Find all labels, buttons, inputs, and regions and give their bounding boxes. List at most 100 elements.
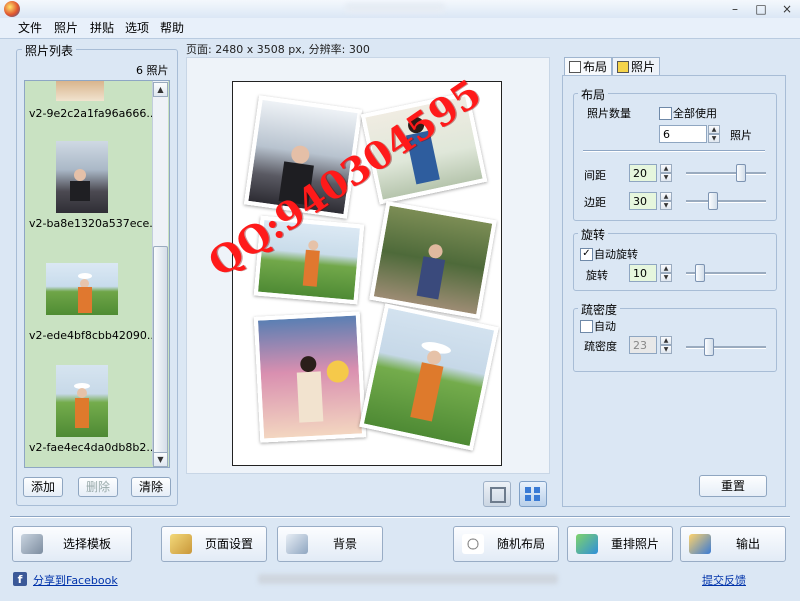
menu-help[interactable]: 帮助 bbox=[158, 19, 186, 37]
spacing-slider[interactable] bbox=[686, 172, 766, 175]
menu-collage[interactable]: 拼贴 bbox=[88, 19, 116, 37]
collage-page[interactable] bbox=[232, 81, 502, 466]
collage-photo-4[interactable] bbox=[369, 201, 497, 319]
background-button[interactable]: 背景 bbox=[277, 526, 383, 562]
spacing-input[interactable]: 20 bbox=[629, 164, 657, 182]
app-logo-icon bbox=[4, 1, 20, 17]
margin-label: 边距 bbox=[584, 196, 606, 209]
spacing-slider-thumb[interactable] bbox=[736, 164, 746, 182]
clear-list-button[interactable]: 清除 bbox=[131, 477, 171, 497]
photo-count-label: 照片数量 bbox=[587, 107, 631, 120]
margin-input[interactable]: 30 bbox=[629, 192, 657, 210]
facebook-icon: f bbox=[13, 572, 27, 586]
tab-photos-label: 照片 bbox=[631, 60, 656, 74]
photo-unit-label: 照片 bbox=[730, 129, 752, 142]
thumbnail-3[interactable] bbox=[46, 263, 118, 315]
random-layout-label: 随机布局 bbox=[496, 537, 545, 551]
add-photo-button[interactable]: 添加 bbox=[23, 477, 63, 497]
rotation-down[interactable]: ▼ bbox=[660, 273, 672, 282]
spacing-label: 间距 bbox=[584, 169, 606, 182]
thumbnail-1[interactable] bbox=[56, 81, 104, 101]
output-label: 输出 bbox=[735, 537, 760, 551]
footer-blurred-text bbox=[258, 574, 558, 584]
photo-list-title: 照片列表 bbox=[22, 42, 77, 59]
margin-slider-thumb[interactable] bbox=[708, 192, 718, 210]
density-up[interactable]: ▲ bbox=[660, 336, 672, 345]
rotation-group-title: 旋转 bbox=[578, 226, 609, 243]
thumbnail-2[interactable] bbox=[56, 141, 108, 213]
background-icon bbox=[286, 534, 308, 554]
shuffle-photos-label: 重排照片 bbox=[610, 537, 659, 551]
use-all-label: 全部使用 bbox=[673, 107, 717, 120]
collage-photo-6[interactable] bbox=[359, 303, 499, 451]
layout-separator bbox=[583, 150, 765, 152]
minimize-button[interactable]: – bbox=[722, 0, 748, 18]
spacing-up[interactable]: ▲ bbox=[660, 164, 672, 173]
tab-layout-label: 布局 bbox=[583, 60, 608, 74]
page-setup-button[interactable]: 页面设置 bbox=[161, 526, 267, 562]
photo-count-badge: 6 照片 bbox=[136, 64, 169, 77]
scroll-down-button[interactable]: ▼ bbox=[153, 452, 168, 467]
choose-template-label: 选择模板 bbox=[62, 537, 111, 551]
thumbnail-4[interactable] bbox=[56, 365, 108, 437]
density-input[interactable]: 23 bbox=[629, 336, 657, 354]
density-label: 疏密度 bbox=[584, 340, 617, 353]
template-icon bbox=[21, 534, 43, 554]
list-item[interactable]: v2-ba8e1320a537ece... bbox=[29, 217, 160, 230]
list-item[interactable]: v2-9e2c2a1fa96a666... bbox=[29, 107, 157, 120]
margin-down[interactable]: ▼ bbox=[660, 201, 672, 210]
margin-slider[interactable] bbox=[686, 200, 766, 203]
collage-photo-3[interactable] bbox=[253, 215, 365, 305]
page-setup-icon bbox=[170, 534, 192, 554]
use-all-checkbox[interactable] bbox=[659, 107, 672, 120]
photo-count-down[interactable]: ▼ bbox=[708, 134, 720, 143]
menu-photos[interactable]: 照片 bbox=[52, 19, 80, 37]
feedback-link[interactable]: 提交反馈 bbox=[702, 572, 746, 588]
list-item[interactable]: v2-fae4ec4da0db8b2... bbox=[29, 441, 157, 454]
collage-photo-5[interactable] bbox=[253, 311, 367, 443]
output-button[interactable]: 输出 bbox=[680, 526, 786, 562]
tab-photos[interactable]: 照片 bbox=[612, 57, 660, 76]
density-slider[interactable] bbox=[686, 346, 766, 349]
density-slider-thumb[interactable] bbox=[704, 338, 714, 356]
photo-count-input[interactable]: 6 bbox=[659, 125, 707, 143]
maximize-button[interactable]: □ bbox=[748, 0, 774, 18]
window-title-blurred bbox=[345, 3, 445, 13]
collage-photo-2[interactable] bbox=[360, 91, 488, 205]
auto-rotate-label: 自动旋转 bbox=[594, 248, 638, 261]
close-button[interactable]: × bbox=[774, 0, 800, 18]
margin-up[interactable]: ▲ bbox=[660, 192, 672, 201]
tab-layout[interactable]: 布局 bbox=[564, 57, 612, 76]
rotation-up[interactable]: ▲ bbox=[660, 264, 672, 273]
crop-icon[interactable] bbox=[483, 481, 511, 507]
photo-list[interactable]: v2-9e2c2a1fa96a666... v2-ba8e1320a537ece… bbox=[24, 80, 170, 468]
choose-template-button[interactable]: 选择模板 bbox=[12, 526, 132, 562]
list-item[interactable]: v2-ede4bf8cbb42090... bbox=[29, 329, 157, 342]
photos-tab-icon bbox=[617, 61, 629, 73]
density-down[interactable]: ▼ bbox=[660, 345, 672, 354]
scroll-thumb[interactable] bbox=[153, 246, 168, 454]
fit-to-page-icon[interactable] bbox=[519, 481, 547, 507]
background-label: 背景 bbox=[332, 537, 357, 551]
rotation-input[interactable]: 10 bbox=[629, 264, 657, 282]
auto-density-label: 自动 bbox=[594, 320, 616, 333]
page-info: 页面: 2480 x 3508 px, 分辨率: 300 bbox=[186, 43, 370, 56]
random-layout-button[interactable]: 随机布局 bbox=[453, 526, 559, 562]
layout-tab-icon bbox=[569, 61, 581, 73]
density-group-title: 疏密度 bbox=[578, 301, 621, 318]
auto-rotate-checkbox[interactable]: ✓ bbox=[580, 248, 593, 261]
refresh-icon bbox=[576, 534, 598, 554]
share-facebook-link[interactable]: 分享到Facebook bbox=[33, 572, 118, 588]
photo-count-up[interactable]: ▲ bbox=[708, 125, 720, 134]
menu-options[interactable]: 选项 bbox=[123, 19, 151, 37]
shuffle-photos-button[interactable]: 重排照片 bbox=[567, 526, 673, 562]
spacing-down[interactable]: ▼ bbox=[660, 173, 672, 182]
reset-button[interactable]: 重置 bbox=[699, 475, 767, 497]
collage-photo-1[interactable] bbox=[243, 95, 363, 219]
menu-file[interactable]: 文件 bbox=[16, 19, 44, 37]
scroll-up-button[interactable]: ▲ bbox=[153, 82, 168, 97]
delete-photo-button[interactable]: 删除 bbox=[78, 477, 118, 497]
rotation-slider-thumb[interactable] bbox=[695, 264, 705, 282]
auto-density-checkbox[interactable] bbox=[580, 320, 593, 333]
layout-group-title: 布局 bbox=[578, 86, 609, 103]
